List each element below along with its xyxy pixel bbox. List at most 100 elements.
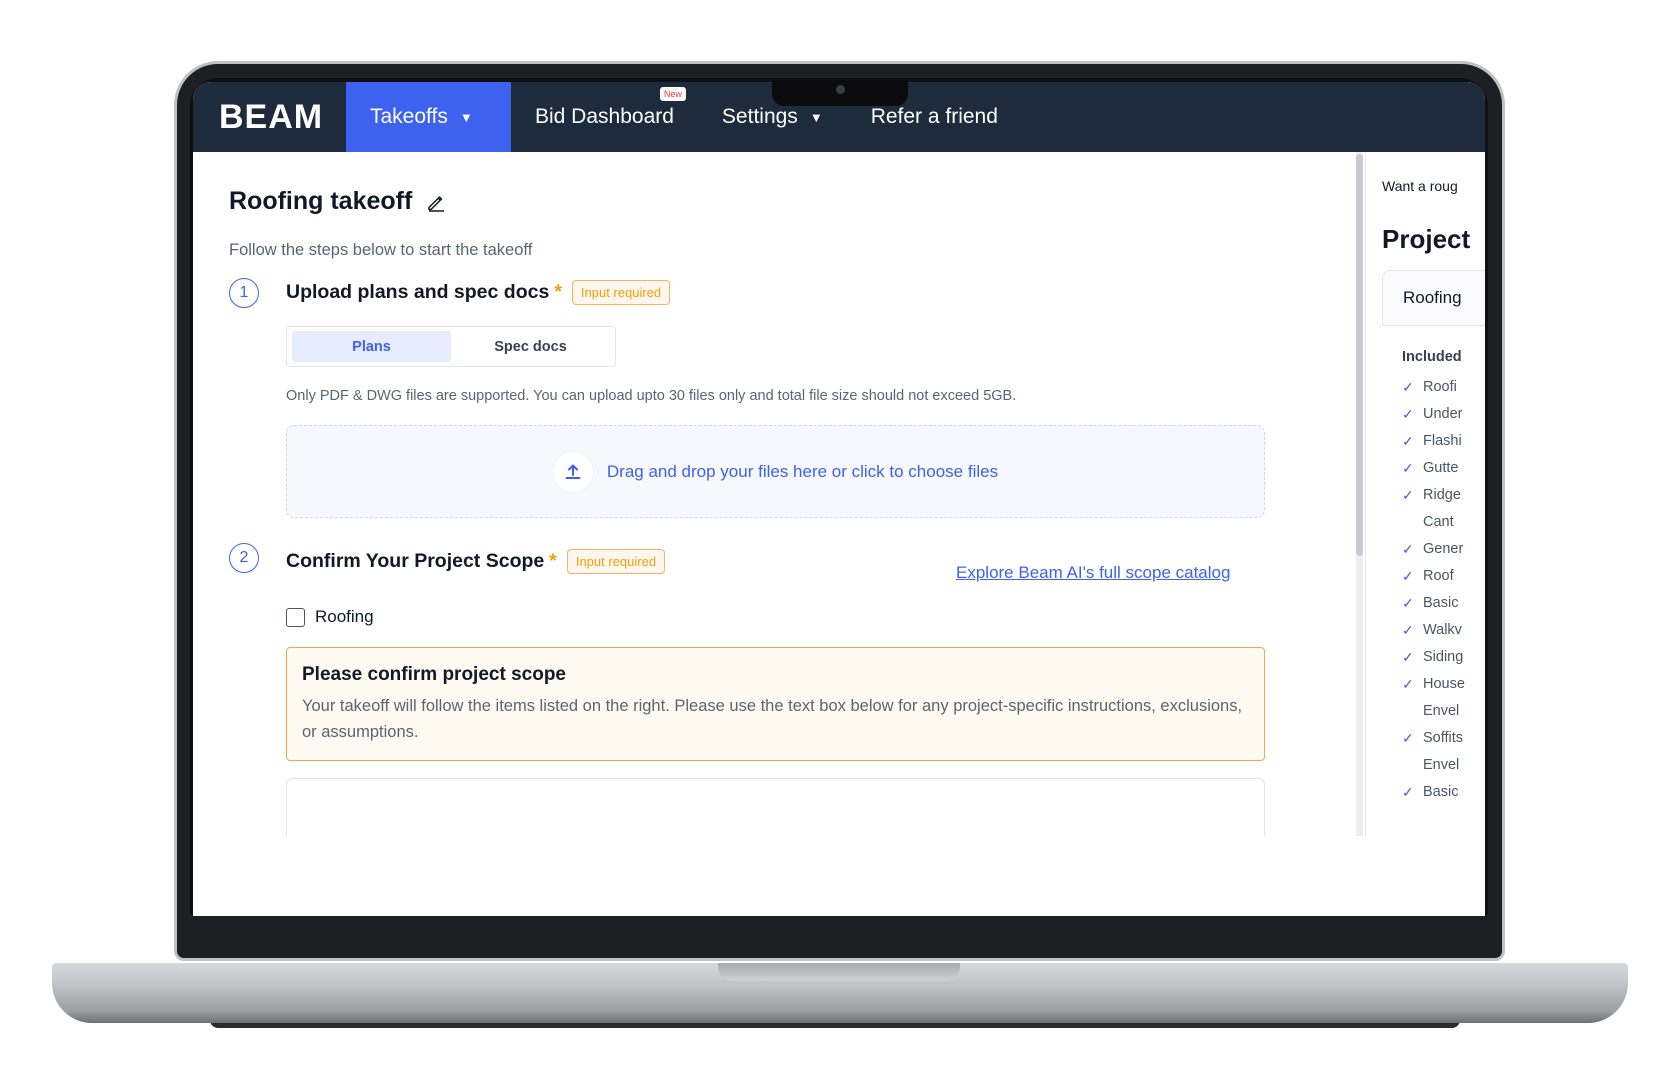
- included-item: Envel: [1402, 700, 1485, 723]
- scope-notice: Please confirm project scope Your takeof…: [286, 647, 1265, 761]
- new-badge: New: [659, 87, 686, 101]
- checkmark-icon: ✓: [1402, 460, 1414, 476]
- scope-side-panel: Want a roug Project Roofing Included ✓ Ro…: [1365, 152, 1485, 836]
- included-item: ✓ Siding: [1402, 646, 1485, 669]
- checkmark-icon: [1402, 700, 1423, 723]
- included-item: Envel: [1402, 754, 1485, 777]
- step-1-number: 1: [229, 278, 259, 308]
- checkmark-icon: ✓: [1402, 649, 1414, 665]
- beam-logo[interactable]: BEAM: [193, 82, 346, 152]
- checkmark-icon: ✓: [1402, 379, 1414, 395]
- nav-bid-dashboard[interactable]: Bid Dashboard New: [511, 82, 698, 152]
- included-item: ✓ Flashi: [1402, 430, 1485, 453]
- included-item-label: Flashi: [1423, 433, 1462, 449]
- laptop-opening-groove: [718, 963, 960, 981]
- included-item: ✓ Basic: [1402, 592, 1485, 615]
- checkmark-icon: ✓: [1402, 784, 1414, 800]
- included-item-label: Basic: [1423, 595, 1459, 611]
- included-item-label: Soffits: [1423, 730, 1464, 746]
- included-item-label: Ridge: [1423, 487, 1461, 503]
- included-item-label: Roof: [1423, 568, 1454, 584]
- side-panel-teaser: Want a roug: [1382, 178, 1458, 194]
- included-heading: Included: [1402, 349, 1462, 365]
- included-item: ✓ Basic: [1402, 781, 1485, 804]
- included-item-label: Basic: [1423, 784, 1459, 800]
- included-item-label: Envel: [1423, 703, 1460, 719]
- included-item-label: Gutte: [1423, 460, 1459, 476]
- nav-refer-label: Refer a friend: [870, 105, 998, 128]
- nav-takeoffs[interactable]: Takeoffs ▼: [346, 82, 511, 152]
- input-required-badge: Input required: [571, 280, 671, 305]
- checkmark-icon: ✓: [1402, 406, 1414, 422]
- scope-card-header[interactable]: Roofing: [1382, 270, 1485, 326]
- side-panel-title: Project: [1382, 224, 1471, 254]
- tab-plans[interactable]: Plans: [292, 331, 451, 362]
- included-item-label: House: [1423, 676, 1465, 692]
- included-item: ✓ Under: [1402, 403, 1485, 426]
- included-item: Cant: [1402, 511, 1485, 534]
- main-content: Roofing takeoff Follow the steps below t…: [193, 152, 1358, 836]
- roofing-checkbox[interactable]: [286, 607, 305, 627]
- included-item: ✓ Ridge: [1402, 484, 1485, 507]
- included-item-label: Siding: [1423, 649, 1464, 665]
- upload-tabs: Plans Spec docs: [286, 326, 616, 367]
- edit-pencil-icon[interactable]: [426, 192, 446, 212]
- checkmark-icon: [1402, 511, 1423, 534]
- included-item: ✓ House: [1402, 673, 1485, 696]
- included-items-list: ✓ Roofi ✓ Under ✓ Flashi ✓ Gutte ✓ Ridge Cant ✓ Gene…: [1402, 376, 1485, 808]
- instructions-textarea[interactable]: [286, 778, 1265, 836]
- step-2-heading: Confirm Your Project Scope * Input requi…: [286, 549, 666, 574]
- page-subtitle: Follow the steps below to start the take…: [229, 241, 533, 259]
- step-2-title: Confirm Your Project Scope: [286, 550, 545, 572]
- checkmark-icon: ✓: [1402, 730, 1414, 746]
- step-2-number: 2: [229, 543, 259, 573]
- required-asterisk: *: [554, 281, 562, 303]
- included-item: ✓ Walkv: [1402, 619, 1485, 642]
- tab-spec-docs[interactable]: Spec docs: [451, 331, 610, 362]
- upload-icon: [552, 451, 593, 492]
- nav-bid-dashboard-label: Bid Dashboard: [535, 105, 674, 128]
- roofing-checkbox-row[interactable]: Roofing: [286, 607, 374, 627]
- included-item-label: Cant: [1423, 514, 1454, 530]
- included-item-label: Under: [1423, 406, 1463, 422]
- page-title-text: Roofing takeoff: [229, 187, 413, 215]
- main-scrollbar[interactable]: [1356, 152, 1363, 836]
- roofing-checkbox-label: Roofing: [315, 607, 374, 626]
- included-item: ✓ Soffits: [1402, 727, 1485, 750]
- checkmark-icon: [1402, 754, 1423, 777]
- required-asterisk: *: [549, 550, 557, 572]
- included-item-label: Roofi: [1423, 379, 1457, 395]
- notice-title: Please confirm project scope: [302, 664, 566, 685]
- checkmark-icon: ✓: [1402, 568, 1414, 584]
- upload-help-text: Only PDF & DWG files are supported. You …: [286, 388, 1017, 404]
- checkmark-icon: ✓: [1402, 676, 1414, 692]
- included-item: ✓ Gener: [1402, 538, 1485, 561]
- included-item-label: Walkv: [1423, 622, 1462, 638]
- dropzone-text: Drag and drop your files here or click t…: [606, 461, 999, 481]
- checkmark-icon: ✓: [1402, 541, 1414, 557]
- explore-scope-catalog-link[interactable]: Explore Beam AI's full scope catalog: [956, 563, 1230, 583]
- included-item: ✓ Roof: [1402, 565, 1485, 588]
- input-required-badge: Input required: [566, 549, 666, 574]
- screen: BEAM Takeoffs ▼ Bid Dashboard New Settin…: [193, 82, 1485, 916]
- chevron-down-icon: ▼: [809, 109, 823, 125]
- file-dropzone[interactable]: Drag and drop your files here or click t…: [286, 425, 1265, 518]
- scrollbar-thumb[interactable]: [1356, 154, 1363, 556]
- checkmark-icon: ✓: [1402, 595, 1414, 611]
- included-item: ✓ Roofi: [1402, 376, 1485, 399]
- step-1-title: Upload plans and spec docs: [286, 281, 550, 303]
- notice-body: Your takeoff will follow the items liste…: [302, 697, 1243, 741]
- page-title: Roofing takeoff: [229, 187, 446, 216]
- checkmark-icon: ✓: [1402, 433, 1414, 449]
- included-item-label: Envel: [1423, 757, 1460, 773]
- nav-settings-label: Settings: [721, 105, 798, 128]
- included-item: ✓ Gutte: [1402, 457, 1485, 480]
- step-1-heading: Upload plans and spec docs * Input requi…: [286, 280, 671, 305]
- camera-icon: [836, 85, 845, 94]
- nav-takeoffs-label: Takeoffs: [370, 105, 448, 128]
- included-item-label: Gener: [1423, 541, 1464, 557]
- checkmark-icon: ✓: [1402, 622, 1414, 638]
- checkmark-icon: ✓: [1402, 487, 1414, 503]
- chevron-down-icon: ▼: [459, 109, 473, 125]
- screen-bottom-area: [193, 836, 1485, 916]
